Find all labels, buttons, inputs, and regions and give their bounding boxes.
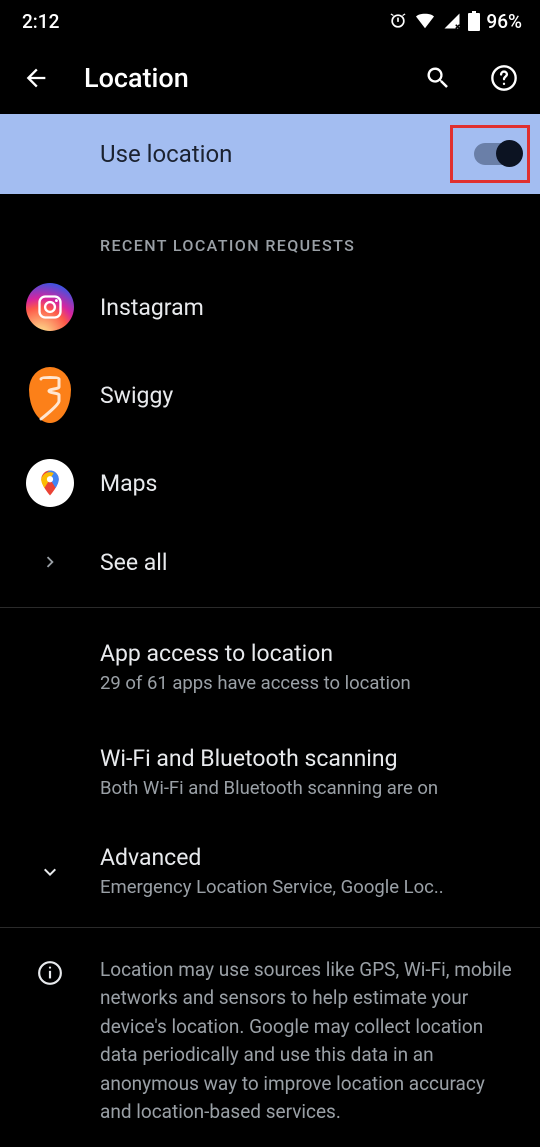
see-all-row[interactable]: See all	[0, 525, 540, 599]
highlight-box	[450, 125, 530, 183]
help-icon	[490, 64, 518, 92]
setting-subtitle: Emergency Location Service, Google Loc..	[100, 875, 510, 901]
app-bar: Location	[0, 42, 540, 114]
back-button[interactable]	[18, 64, 54, 92]
app-access-row[interactable]: App access to location 29 of 61 apps hav…	[0, 616, 540, 721]
see-all-label: See all	[100, 549, 510, 576]
battery-icon	[468, 11, 480, 31]
setting-subtitle: 29 of 61 apps have access to location	[100, 671, 510, 697]
chevron-right-icon	[39, 551, 61, 573]
info-text: Location may use sources like GPS, Wi-Fi…	[100, 956, 516, 1127]
recent-app-maps[interactable]: Maps	[0, 441, 540, 525]
status-bar: 2:12 96%	[0, 0, 540, 42]
advanced-row[interactable]: Advanced Emergency Location Service, Goo…	[0, 826, 540, 919]
signal-icon	[442, 12, 462, 30]
use-location-row[interactable]: Use location	[0, 114, 540, 194]
divider	[0, 927, 540, 928]
info-icon	[37, 960, 63, 986]
app-name: Swiggy	[100, 382, 510, 409]
chevron-down-icon	[38, 860, 62, 884]
instagram-icon	[26, 283, 74, 331]
help-button[interactable]	[486, 64, 522, 92]
swiggy-icon	[29, 367, 71, 423]
setting-title: Wi-Fi and Bluetooth scanning	[100, 745, 510, 772]
recent-app-instagram[interactable]: Instagram	[0, 265, 540, 349]
wifi-bt-scanning-row[interactable]: Wi-Fi and Bluetooth scanning Both Wi-Fi …	[0, 721, 540, 826]
battery-percent: 96%	[486, 10, 522, 33]
search-icon	[424, 64, 452, 92]
recent-app-swiggy[interactable]: Swiggy	[0, 349, 540, 441]
app-name: Instagram	[100, 294, 510, 321]
setting-title: App access to location	[100, 640, 510, 667]
maps-icon	[26, 459, 74, 507]
alarm-icon	[388, 11, 408, 31]
back-arrow-icon	[22, 64, 50, 92]
use-location-label: Use location	[100, 140, 474, 168]
status-time: 2:12	[22, 10, 59, 33]
status-icons: 96%	[388, 10, 522, 33]
search-button[interactable]	[420, 64, 456, 92]
setting-title: Advanced	[100, 844, 510, 871]
recent-requests-header: RECENT LOCATION REQUESTS	[0, 194, 540, 265]
info-row: Location may use sources like GPS, Wi-Fi…	[0, 936, 540, 1147]
page-title: Location	[84, 62, 390, 94]
setting-subtitle: Both Wi-Fi and Bluetooth scanning are on	[100, 776, 510, 802]
divider	[0, 607, 540, 608]
wifi-icon	[414, 12, 436, 30]
app-name: Maps	[100, 470, 510, 497]
